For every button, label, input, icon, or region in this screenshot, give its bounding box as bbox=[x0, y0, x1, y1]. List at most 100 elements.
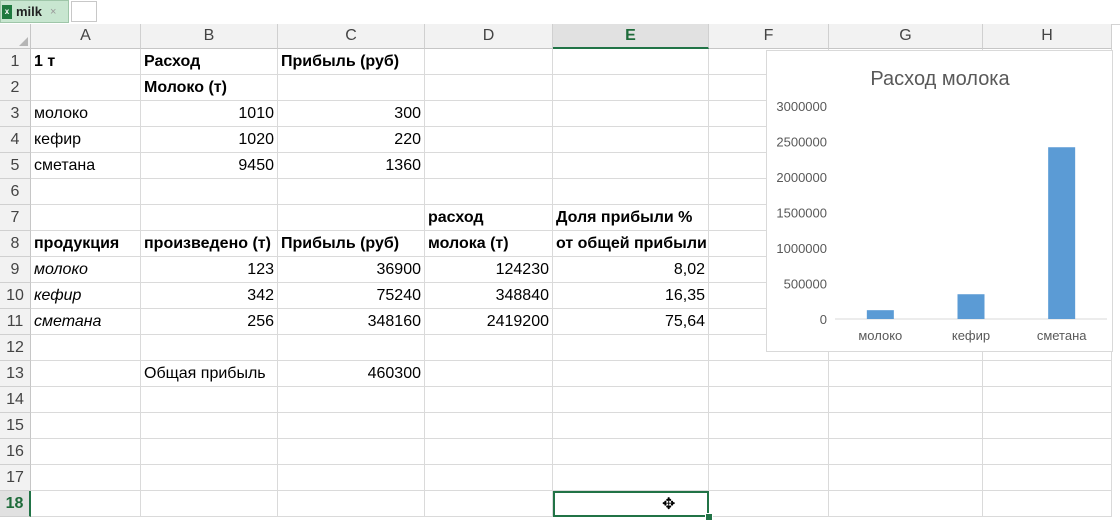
row-header-14[interactable]: 14 bbox=[0, 387, 31, 413]
active-cell-selection[interactable] bbox=[553, 491, 709, 517]
row-header-1[interactable]: 1 bbox=[0, 49, 31, 75]
cell-b12[interactable] bbox=[141, 335, 278, 361]
cell-d7[interactable]: расход bbox=[425, 205, 553, 231]
cell-e3[interactable] bbox=[553, 101, 709, 127]
cell-b4[interactable]: 1020 bbox=[141, 127, 278, 153]
cell-c18[interactable] bbox=[278, 491, 425, 517]
cell-d1[interactable] bbox=[425, 49, 553, 75]
cell-d6[interactable] bbox=[425, 179, 553, 205]
cell-a11[interactable]: сметана bbox=[31, 309, 141, 335]
cell-e9[interactable]: 8,02 bbox=[553, 257, 709, 283]
cell-a2[interactable] bbox=[31, 75, 141, 101]
select-all-corner[interactable] bbox=[0, 24, 31, 49]
cell-c7[interactable] bbox=[278, 205, 425, 231]
cell-e14[interactable] bbox=[553, 387, 709, 413]
cell-b17[interactable] bbox=[141, 465, 278, 491]
cell-e13[interactable] bbox=[553, 361, 709, 387]
cell-g17[interactable] bbox=[829, 465, 983, 491]
row-header-8[interactable]: 8 bbox=[0, 231, 31, 257]
cell-d4[interactable] bbox=[425, 127, 553, 153]
row-header-15[interactable]: 15 bbox=[0, 413, 31, 439]
cell-c11[interactable]: 348160 bbox=[278, 309, 425, 335]
row-header-11[interactable]: 11 bbox=[0, 309, 31, 335]
row-header-5[interactable]: 5 bbox=[0, 153, 31, 179]
cell-b1[interactable]: Расход bbox=[141, 49, 278, 75]
row-header-3[interactable]: 3 bbox=[0, 101, 31, 127]
row-header-4[interactable]: 4 bbox=[0, 127, 31, 153]
cell-c1[interactable]: Прибыль (руб) bbox=[278, 49, 425, 75]
cell-a9[interactable]: молоко bbox=[31, 257, 141, 283]
cell-e17[interactable] bbox=[553, 465, 709, 491]
cell-d14[interactable] bbox=[425, 387, 553, 413]
cell-b10[interactable]: 342 bbox=[141, 283, 278, 309]
cell-c15[interactable] bbox=[278, 413, 425, 439]
cell-e2[interactable] bbox=[553, 75, 709, 101]
cell-e4[interactable] bbox=[553, 127, 709, 153]
row-header-10[interactable]: 10 bbox=[0, 283, 31, 309]
cell-g18[interactable] bbox=[829, 491, 983, 517]
row-header-12[interactable]: 12 bbox=[0, 335, 31, 361]
cell-d18[interactable] bbox=[425, 491, 553, 517]
cell-e12[interactable] bbox=[553, 335, 709, 361]
cell-d17[interactable] bbox=[425, 465, 553, 491]
cell-f15[interactable] bbox=[709, 413, 829, 439]
cell-h18[interactable] bbox=[983, 491, 1112, 517]
cell-a5[interactable]: сметана bbox=[31, 153, 141, 179]
cell-a3[interactable]: молоко bbox=[31, 101, 141, 127]
cell-a17[interactable] bbox=[31, 465, 141, 491]
cell-a13[interactable] bbox=[31, 361, 141, 387]
cell-a10[interactable]: кефир bbox=[31, 283, 141, 309]
row-header-7[interactable]: 7 bbox=[0, 205, 31, 231]
row-header-9[interactable]: 9 bbox=[0, 257, 31, 283]
cell-h15[interactable] bbox=[983, 413, 1112, 439]
close-tab-icon[interactable]: × bbox=[50, 6, 56, 18]
cell-b3[interactable]: 1010 bbox=[141, 101, 278, 127]
cell-c16[interactable] bbox=[278, 439, 425, 465]
cell-a16[interactable] bbox=[31, 439, 141, 465]
column-header-d[interactable]: D bbox=[425, 24, 553, 49]
cell-e7[interactable]: Доля прибыли % bbox=[553, 205, 709, 231]
cell-d11[interactable]: 2419200 bbox=[425, 309, 553, 335]
column-header-a[interactable]: A bbox=[31, 24, 141, 49]
cell-c3[interactable]: 300 bbox=[278, 101, 425, 127]
cell-e11[interactable]: 75,64 bbox=[553, 309, 709, 335]
cell-c9[interactable]: 36900 bbox=[278, 257, 425, 283]
cell-a1[interactable]: 1 т bbox=[31, 49, 141, 75]
cell-d10[interactable]: 348840 bbox=[425, 283, 553, 309]
cell-b11[interactable]: 256 bbox=[141, 309, 278, 335]
cell-e16[interactable] bbox=[553, 439, 709, 465]
cell-a14[interactable] bbox=[31, 387, 141, 413]
column-header-b[interactable]: B bbox=[141, 24, 278, 49]
cell-e6[interactable] bbox=[553, 179, 709, 205]
cell-e8[interactable]: от общей прибыли bbox=[553, 231, 709, 257]
new-tab-button[interactable] bbox=[71, 1, 97, 22]
cell-b8[interactable]: произведено (т) bbox=[141, 231, 278, 257]
cell-e5[interactable] bbox=[553, 153, 709, 179]
cell-c5[interactable]: 1360 bbox=[278, 153, 425, 179]
cell-c13[interactable]: 460300 bbox=[278, 361, 425, 387]
row-header-2[interactable]: 2 bbox=[0, 75, 31, 101]
cell-b7[interactable] bbox=[141, 205, 278, 231]
cell-c6[interactable] bbox=[278, 179, 425, 205]
cell-d9[interactable]: 124230 bbox=[425, 257, 553, 283]
cell-g16[interactable] bbox=[829, 439, 983, 465]
cell-h13[interactable] bbox=[983, 361, 1112, 387]
cell-d13[interactable] bbox=[425, 361, 553, 387]
cell-c10[interactable]: 75240 bbox=[278, 283, 425, 309]
cell-d15[interactable] bbox=[425, 413, 553, 439]
cell-c17[interactable] bbox=[278, 465, 425, 491]
cell-h17[interactable] bbox=[983, 465, 1112, 491]
cell-h16[interactable] bbox=[983, 439, 1112, 465]
cell-d5[interactable] bbox=[425, 153, 553, 179]
cell-a6[interactable] bbox=[31, 179, 141, 205]
row-header-13[interactable]: 13 bbox=[0, 361, 31, 387]
cell-c8[interactable]: Прибыль (руб) bbox=[278, 231, 425, 257]
cell-b14[interactable] bbox=[141, 387, 278, 413]
row-header-6[interactable]: 6 bbox=[0, 179, 31, 205]
cell-a12[interactable] bbox=[31, 335, 141, 361]
cell-e10[interactable]: 16,35 bbox=[553, 283, 709, 309]
cell-f16[interactable] bbox=[709, 439, 829, 465]
cell-e15[interactable] bbox=[553, 413, 709, 439]
cell-b15[interactable] bbox=[141, 413, 278, 439]
cell-a8[interactable]: продукция bbox=[31, 231, 141, 257]
